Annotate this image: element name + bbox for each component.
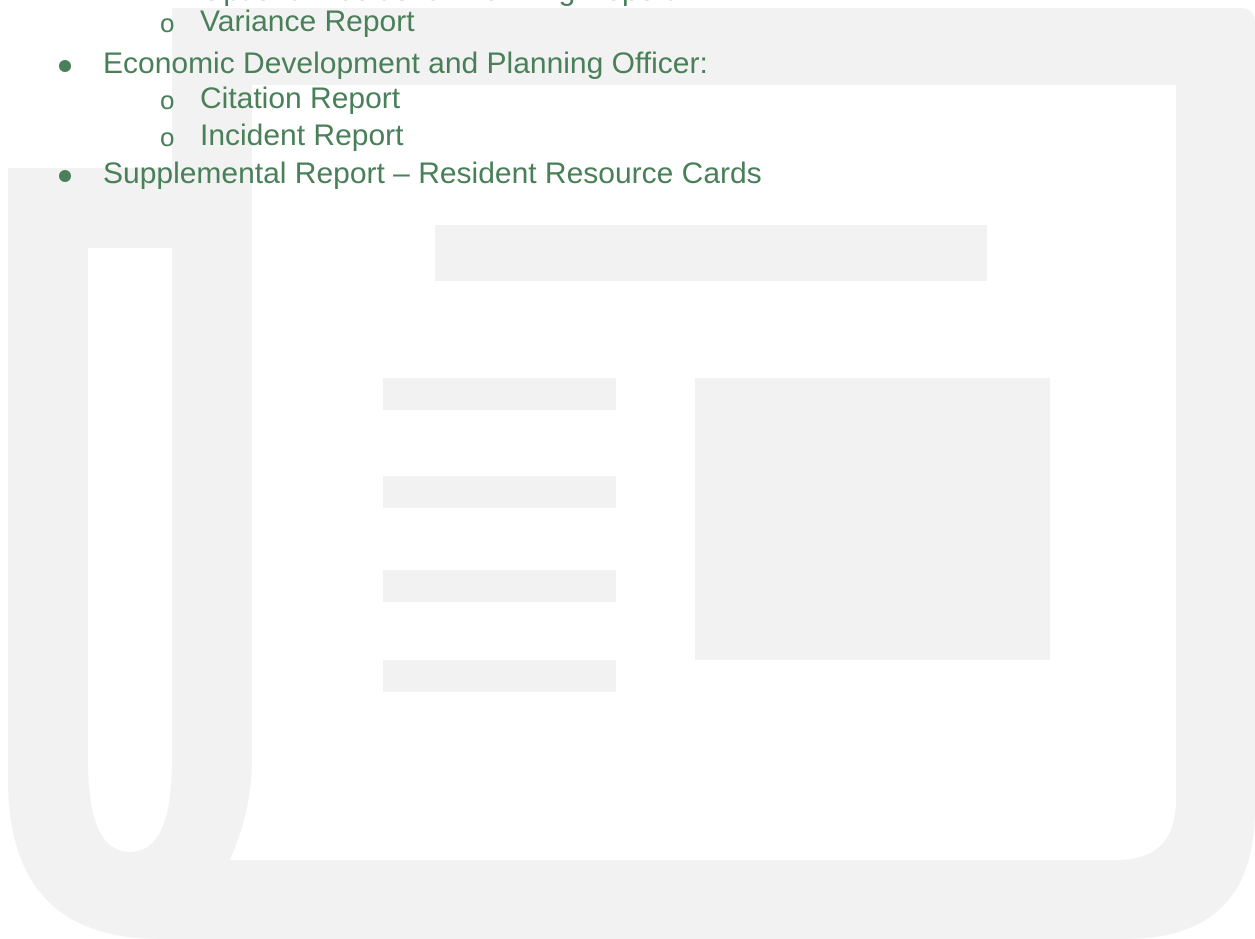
sub-bullet-marker: o bbox=[160, 85, 175, 115]
list-sub-item: Citation Report bbox=[200, 82, 401, 115]
newspaper-icon bbox=[8, 8, 1255, 939]
list-item: Economic Development and Planning Office… bbox=[103, 47, 708, 80]
clipped-previous-line: Optional Additional Planning Report bbox=[0, 0, 1255, 8]
newspaper-text-line-4 bbox=[383, 660, 616, 692]
bullet-marker bbox=[59, 170, 71, 182]
sub-bullet-marker: o bbox=[160, 122, 175, 152]
bullet-marker bbox=[59, 60, 71, 72]
newspaper-image-block bbox=[695, 378, 1050, 660]
list-sub-item: Variance Report bbox=[200, 5, 415, 38]
document-page: Optional Additional Planning Report o Va… bbox=[0, 0, 1255, 939]
newspaper-left-fold bbox=[88, 248, 172, 852]
list-item: Supplemental Report – Resident Resource … bbox=[103, 157, 762, 190]
newspaper-headline-bar bbox=[435, 225, 987, 281]
newspaper-text-line-2 bbox=[383, 476, 616, 508]
newspaper-text-line-1 bbox=[383, 378, 616, 410]
newspaper-text-line-3 bbox=[383, 570, 616, 602]
sub-bullet-marker: o bbox=[160, 8, 175, 38]
list-sub-item: Incident Report bbox=[200, 119, 404, 152]
